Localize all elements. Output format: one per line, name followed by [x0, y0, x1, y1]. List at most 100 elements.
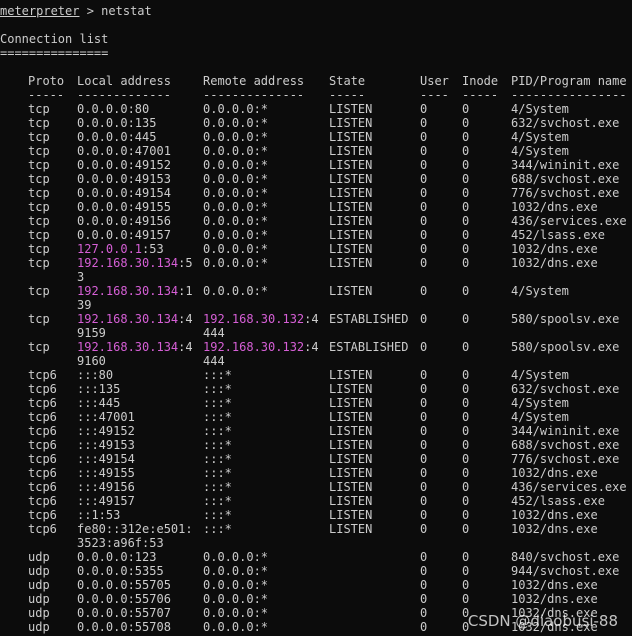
cell-pid-program: 776/svchost.exe	[511, 186, 620, 200]
address-text: :::49155	[77, 466, 135, 480]
table-row: tcp6 fe80::312e:e501: 3523:a96f:53:::* LIST…	[0, 522, 632, 550]
cell-proto: tcp	[28, 102, 50, 116]
cell-state: LISTEN	[329, 494, 373, 508]
cell-remote-address: 0.0.0.0:*	[203, 550, 268, 564]
cell-user: 0	[420, 144, 428, 158]
cell-remote-address: :::*	[203, 368, 232, 382]
cell-inode: 0	[462, 312, 470, 326]
prompt-arrow: >	[79, 4, 102, 18]
address-text: :::*	[203, 522, 232, 536]
cell-pid-program: 344/wininit.exe	[511, 158, 620, 172]
port-part: :4	[304, 312, 319, 326]
cell-state: LISTEN	[329, 410, 373, 424]
cell-user: 0	[420, 494, 428, 508]
header-local: Local address	[77, 74, 171, 88]
table-row: tcp6:::49153:::* LISTEN 0 0 688/svchost.exe	[0, 438, 632, 452]
cell-state: LISTEN	[329, 480, 373, 494]
cell-proto: tcp	[28, 116, 50, 130]
cell-inode: 0	[462, 228, 470, 242]
address-text: :::49156	[77, 480, 135, 494]
address-text: :::80	[77, 368, 114, 382]
cell-state: LISTEN	[329, 242, 373, 256]
cell-proto: tcp	[28, 340, 50, 354]
cell-proto: tcp6	[28, 438, 57, 452]
cell-proto: tcp6	[28, 452, 57, 466]
cell-local-address: :::80	[77, 368, 113, 382]
cell-user: 0	[420, 186, 428, 200]
address-text: 0.0.0.0:55708	[77, 620, 171, 634]
terminal-output[interactable]: meterpreter > netstat Connection list ==…	[0, 4, 632, 634]
cell-local-address: :::49154	[77, 452, 135, 466]
cell-user: 0	[420, 130, 428, 144]
cell-state: ESTABLISHED	[329, 340, 409, 354]
wrapped-text: 9160	[77, 354, 106, 368]
table-row: tcp 0.0.0.0:49155 0.0.0.0:* LISTEN 0 0 1032/dn…	[0, 200, 632, 214]
address-text: 0.0.0.0:*	[203, 256, 269, 270]
cell-remote-address: 0.0.0.0:*	[203, 620, 268, 634]
cell-inode: 0	[462, 144, 470, 158]
cell-remote-address: 0.0.0.0:*	[203, 592, 268, 606]
address-text: :::*	[203, 466, 232, 480]
cell-state: ESTABLISHED	[329, 312, 409, 326]
header-user: User	[420, 74, 449, 88]
cell-remote-address: :::*	[203, 494, 232, 508]
address-text: 0.0.0.0:*	[203, 214, 269, 228]
cell-pid-program: 436/services.exe	[511, 480, 627, 494]
table-row: tcp 192.168.30.134:1 39 0.0.0.0:* LISTEN 0 0 4/…	[0, 284, 632, 312]
cell-remote-address: 192.168.30.132:4 444	[203, 312, 319, 340]
address-text: :::49152	[77, 424, 135, 438]
connection-table: tcp 0.0.0.0:80 0.0.0.0:* LISTEN 0 0 4/System tc…	[0, 102, 632, 634]
section-title: Connection list	[0, 32, 109, 46]
cell-local-address: 0.0.0.0:135	[77, 116, 156, 130]
ip-address-highlight: 192.168.30.134	[77, 284, 179, 298]
cell-local-address: 192.168.30.134:1 39	[77, 284, 193, 312]
cell-pid-program: 1032/dns.exe	[511, 242, 598, 256]
table-row: tcp 0.0.0.0:445 0.0.0.0:* LISTEN 0 0 4/System	[0, 130, 632, 144]
address-text: ::1:53	[77, 508, 121, 522]
address-text: :::*	[203, 480, 232, 494]
wrapped-text: 3523:a96f:53	[77, 536, 164, 550]
cell-local-address: :::49153	[77, 438, 135, 452]
cell-proto: tcp	[28, 214, 50, 228]
cell-local-address: 0.0.0.0:47001	[77, 144, 171, 158]
cell-state: LISTEN	[329, 382, 373, 396]
cell-state: LISTEN	[329, 200, 373, 214]
address-text: :::*	[203, 424, 232, 438]
address-text: 0.0.0.0:*	[203, 200, 269, 214]
cell-user: 0	[420, 158, 428, 172]
cell-local-address: :::135	[77, 382, 120, 396]
cell-inode: 0	[462, 410, 470, 424]
cell-remote-address: 0.0.0.0:*	[203, 578, 268, 592]
table-row: tcp 0.0.0.0:49157 0.0.0.0:* LISTEN 0 0 452/lsa…	[0, 228, 632, 242]
cell-pid-program: 580/spoolsv.exe	[511, 340, 620, 354]
cell-state: LISTEN	[329, 438, 373, 452]
address-text: 0.0.0.0:49153	[77, 172, 171, 186]
table-row: tcp 192.168.30.134:4 9159 192.168.30.132:4 4…	[0, 312, 632, 340]
address-text: 0.0.0.0:55707	[77, 606, 171, 620]
cell-inode: 0	[462, 480, 470, 494]
cell-proto: udp	[28, 564, 50, 578]
cell-pid-program: 452/lsass.exe	[511, 228, 605, 242]
cell-state: LISTEN	[329, 158, 373, 172]
table-row: tcp6::1:53:::* LISTEN 0 0 1032/dns.exe	[0, 508, 632, 522]
table-row: udp 0.0.0.0:55705 0.0.0.0:* 0 0 1032/dns.exe	[0, 578, 632, 592]
section-title-underline: ===============	[0, 46, 109, 60]
cell-remote-address: 0.0.0.0:*	[203, 200, 268, 214]
address-text: 0.0.0.0:*	[203, 186, 269, 200]
cell-pid-program: 776/svchost.exe	[511, 452, 620, 466]
cell-local-address: 0.0.0.0:49152	[77, 158, 171, 172]
table-row: udp 0.0.0.0:55706 0.0.0.0:* 0 0 1032/dns.exe	[0, 592, 632, 606]
header-remote: Remote address	[203, 74, 305, 88]
cell-remote-address: 0.0.0.0:*	[203, 130, 268, 144]
table-row: tcp6:::135:::* LISTEN 0 0 632/svchost.exe	[0, 382, 632, 396]
cell-pid-program: 4/System	[511, 102, 569, 116]
cell-proto: tcp	[28, 200, 50, 214]
cell-local-address: :::49155	[77, 466, 135, 480]
port-part: :5	[178, 256, 193, 270]
address-text: :::47001	[77, 410, 135, 424]
cell-user: 0	[420, 522, 428, 536]
cell-proto: tcp	[28, 172, 50, 186]
cell-inode: 0	[462, 256, 470, 270]
cell-local-address: 0.0.0.0:5355	[77, 564, 164, 578]
address-text: 0.0.0.0:*	[203, 606, 269, 620]
